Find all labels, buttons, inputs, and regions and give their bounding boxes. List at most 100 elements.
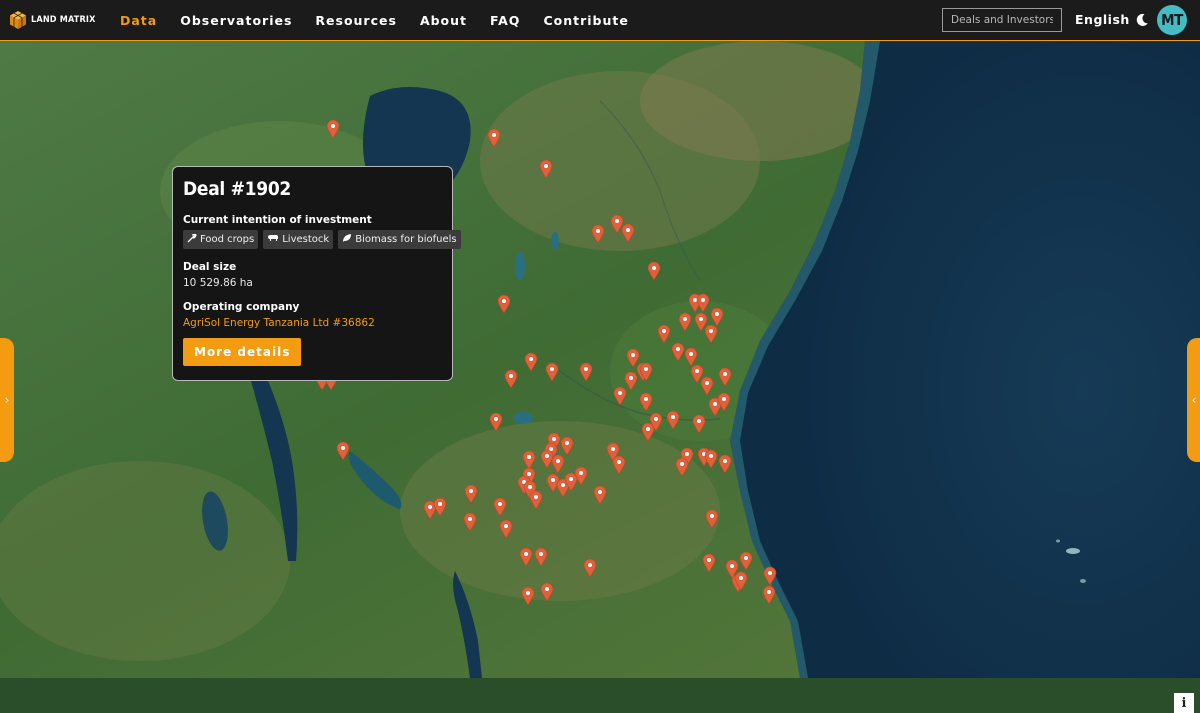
land-matrix-logo[interactable]: LAND MATRIX bbox=[8, 10, 108, 30]
right-panel-toggle[interactable]: ‹ bbox=[1187, 338, 1200, 462]
deal-marker-dot bbox=[629, 376, 633, 380]
deal-marker-dot bbox=[654, 417, 658, 421]
chevron-left-icon: ‹ bbox=[1191, 393, 1197, 407]
intention-tag: Food crops bbox=[183, 230, 259, 249]
deal-marker-dot bbox=[494, 417, 498, 421]
tag-food-crops: Food crops bbox=[200, 234, 255, 245]
deal-marker-dot bbox=[626, 228, 630, 232]
search-input[interactable] bbox=[942, 8, 1062, 32]
deal-marker-dot bbox=[695, 369, 699, 373]
deal-marker-dot bbox=[469, 489, 473, 493]
user-avatar[interactable]: MT bbox=[1157, 5, 1187, 35]
deal-marker-dot bbox=[544, 164, 548, 168]
language-selector[interactable]: English bbox=[1075, 12, 1130, 27]
operating-company-link[interactable]: AgriSol Energy Tanzania Ltd #36862 bbox=[183, 317, 442, 329]
nav-item-about[interactable]: About bbox=[420, 13, 467, 28]
deal-marker-dot bbox=[569, 477, 573, 481]
nav-item-observatories[interactable]: Observatories bbox=[180, 13, 292, 28]
deal-marker-dot bbox=[713, 402, 717, 406]
food-crops-icon bbox=[187, 233, 197, 246]
deal-marker-dot bbox=[652, 266, 656, 270]
deal-marker-dot bbox=[723, 459, 727, 463]
deal-marker-dot bbox=[707, 558, 711, 562]
left-panel-toggle[interactable]: › bbox=[0, 338, 14, 462]
nav-item-faq[interactable]: FAQ bbox=[490, 13, 520, 28]
intention-tag: Livestock bbox=[263, 230, 334, 249]
deal-marker-dot bbox=[579, 471, 583, 475]
deal-marker-dot bbox=[524, 552, 528, 556]
intention-tags: Food crops Livestock Biomass for biofuel… bbox=[183, 230, 461, 249]
deal-marker-dot bbox=[723, 372, 727, 376]
deal-marker-dot bbox=[705, 381, 709, 385]
deal-marker-dot bbox=[545, 587, 549, 591]
leaf-icon bbox=[342, 233, 352, 246]
chevron-right-icon: › bbox=[4, 393, 10, 407]
deal-marker-dot bbox=[644, 397, 648, 401]
deal-marker-dot bbox=[552, 437, 556, 441]
deal-marker-dot bbox=[768, 571, 772, 575]
deal-marker-dot bbox=[341, 446, 345, 450]
deal-marker-dot bbox=[715, 312, 719, 316]
nav-item-data[interactable]: Data bbox=[120, 13, 157, 28]
deal-marker-dot bbox=[722, 397, 726, 401]
deal-marker-dot bbox=[709, 329, 713, 333]
deal-marker-dot bbox=[615, 219, 619, 223]
deal-marker-dot bbox=[709, 454, 713, 458]
deal-marker-dot bbox=[498, 502, 502, 506]
deal-marker-dot bbox=[550, 367, 554, 371]
deal-marker-dot bbox=[699, 317, 703, 321]
deal-size-value: 10 529.86 ha bbox=[183, 277, 253, 289]
deal-marker-dot bbox=[662, 329, 666, 333]
operating-company-label: Operating company bbox=[183, 301, 300, 313]
deal-marker-dot bbox=[701, 298, 705, 302]
deal-marker-dot bbox=[618, 391, 622, 395]
deal-marker-dot bbox=[492, 133, 496, 137]
deal-marker-dot bbox=[767, 590, 771, 594]
deal-marker-dot bbox=[671, 415, 675, 419]
deal-marker-dot bbox=[509, 374, 513, 378]
deal-marker-dot bbox=[644, 367, 648, 371]
deal-marker-dot bbox=[697, 419, 701, 423]
deal-marker-dot bbox=[545, 454, 549, 458]
more-details-button[interactable]: More details bbox=[183, 338, 302, 366]
deal-marker-dot bbox=[331, 124, 335, 128]
map-info-button[interactable]: i bbox=[1174, 693, 1194, 713]
deal-marker-dot bbox=[565, 441, 569, 445]
deal-marker-dot bbox=[617, 460, 621, 464]
deal-marker-dot bbox=[529, 357, 533, 361]
deal-marker-dot bbox=[527, 472, 531, 476]
deal-marker-dot bbox=[646, 427, 650, 431]
deal-marker-dot bbox=[676, 347, 680, 351]
livestock-icon bbox=[267, 233, 279, 246]
deal-marker-dot bbox=[588, 563, 592, 567]
deal-popup: Deal #1902 Current intention of investme… bbox=[172, 166, 461, 381]
deal-marker-dot bbox=[527, 455, 531, 459]
top-navbar: LAND MATRIX Data Observatories Resources… bbox=[0, 0, 1200, 41]
deal-marker-dot bbox=[689, 352, 693, 356]
deal-marker-dot bbox=[438, 502, 442, 506]
deal-marker-dot bbox=[551, 478, 555, 482]
nav-item-contribute[interactable]: Contribute bbox=[543, 13, 628, 28]
deal-marker-dot bbox=[685, 452, 689, 456]
deal-marker-dot bbox=[680, 462, 684, 466]
popup-title: Deal #1902 bbox=[183, 178, 292, 200]
deal-marker-dot bbox=[683, 317, 687, 321]
brand-name: LAND MATRIX bbox=[31, 15, 96, 25]
deal-marker-dot bbox=[744, 556, 748, 560]
deal-marker-dot bbox=[584, 367, 588, 371]
deal-marker-dot bbox=[534, 495, 538, 499]
intention-label: Current intention of investment bbox=[183, 214, 372, 226]
tag-livestock: Livestock bbox=[282, 234, 330, 245]
deal-marker-dot bbox=[504, 524, 508, 528]
nav-item-resources[interactable]: Resources bbox=[315, 13, 397, 28]
deal-marker-dot bbox=[739, 576, 743, 580]
deal-marker-dot bbox=[631, 353, 635, 357]
deal-marker-dot bbox=[596, 229, 600, 233]
deal-marker-dot bbox=[428, 505, 432, 509]
deal-marker-dot bbox=[539, 552, 543, 556]
deal-marker-dot bbox=[693, 298, 697, 302]
dark-mode-toggle-icon[interactable] bbox=[1135, 12, 1149, 31]
deal-marker-dot bbox=[468, 517, 472, 521]
deal-marker-dot bbox=[710, 514, 714, 518]
deal-size-label: Deal size bbox=[183, 261, 237, 273]
